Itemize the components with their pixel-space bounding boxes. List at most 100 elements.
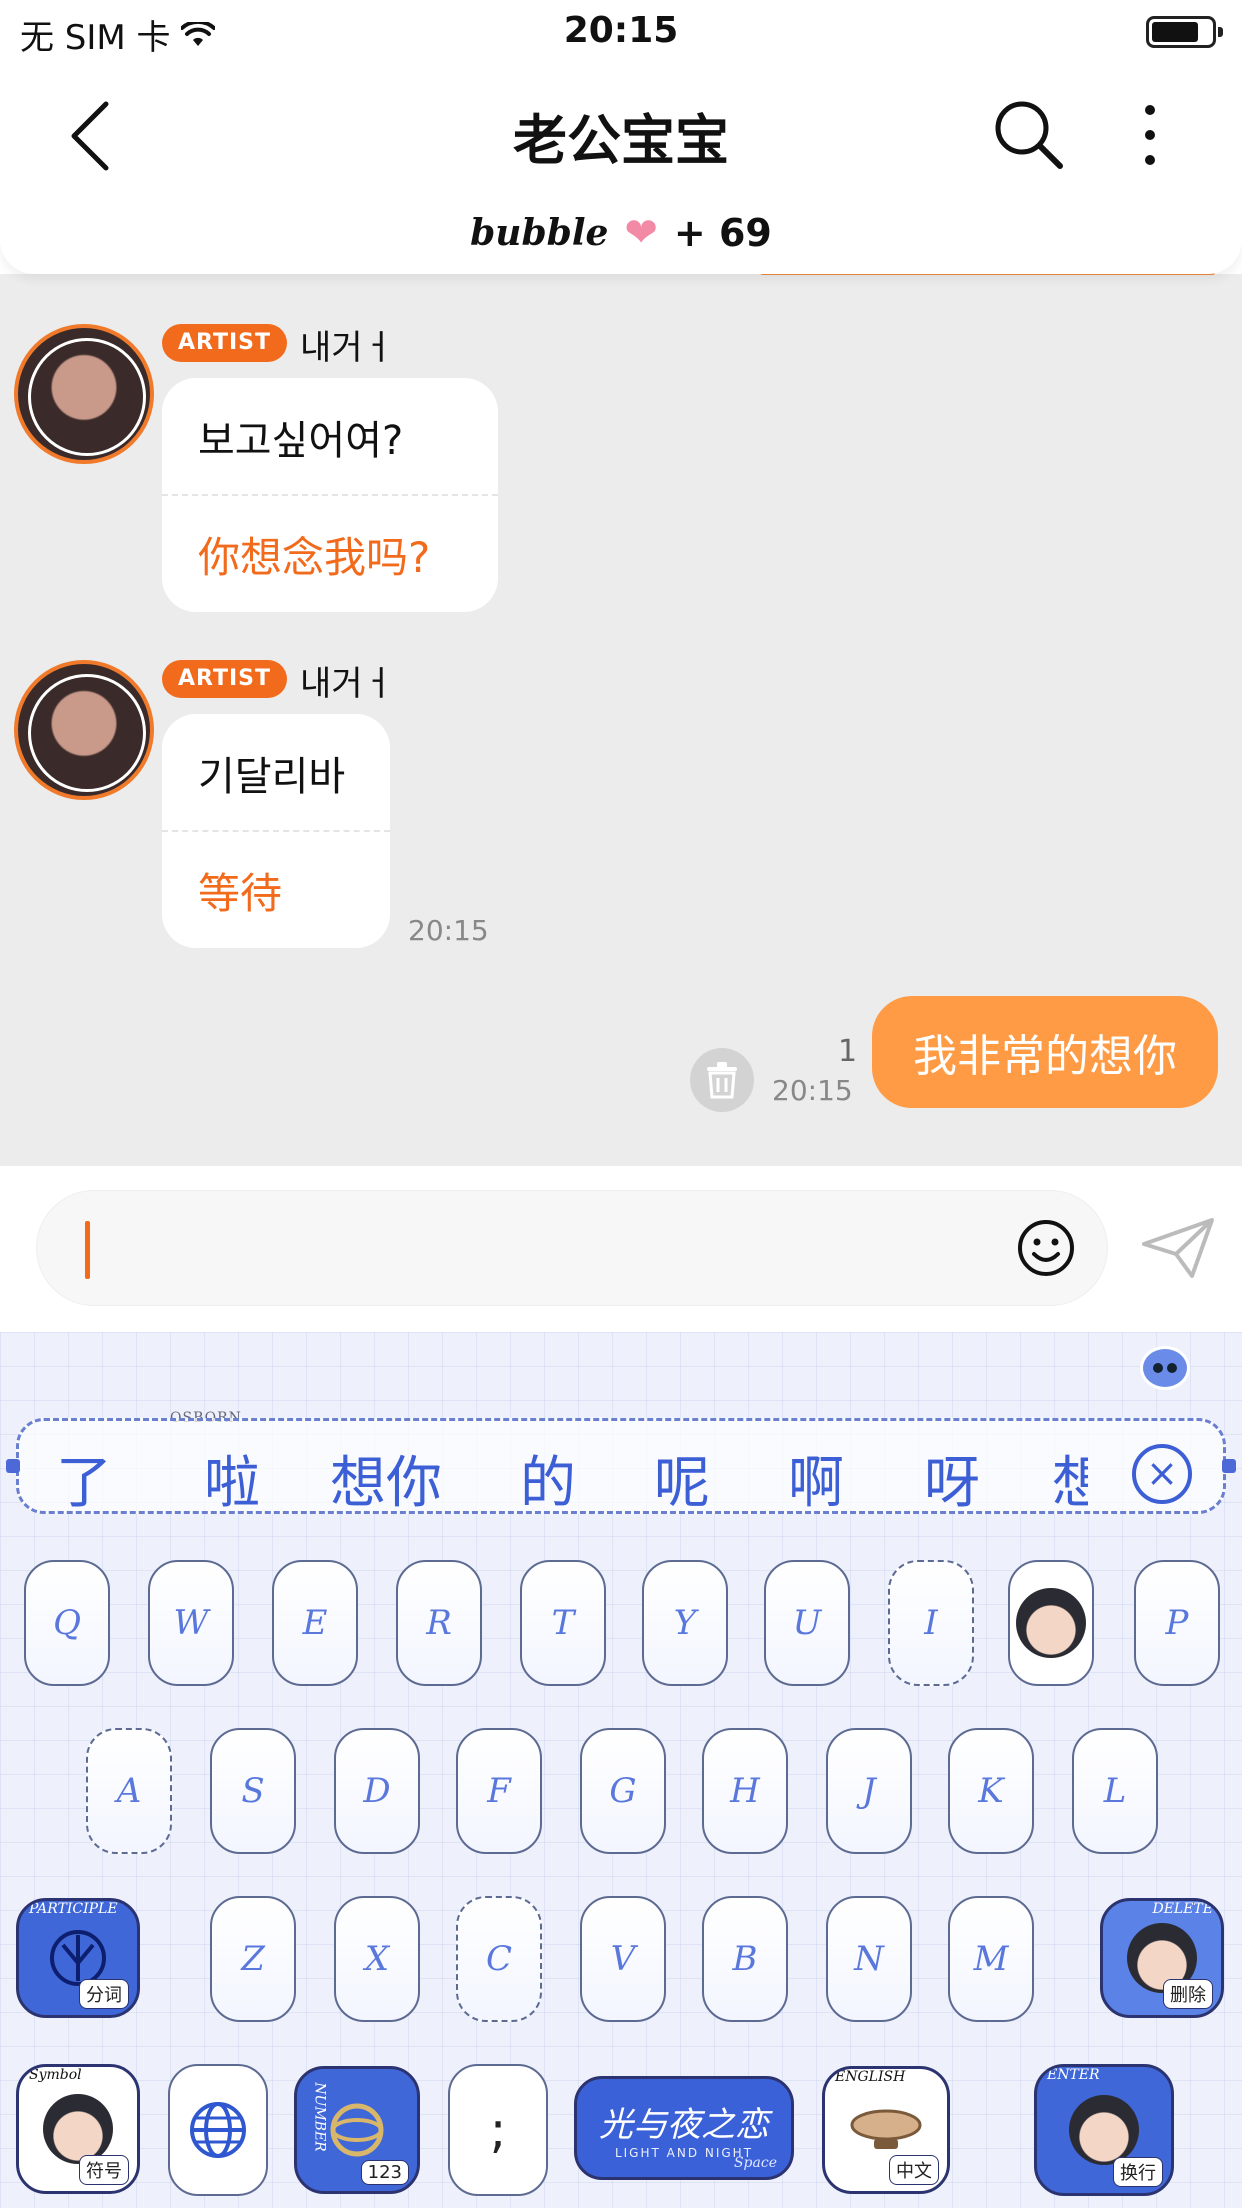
space-label: Space <box>733 2155 777 2171</box>
sender-name: 내거ㅓ <box>300 664 394 704</box>
participle-tag: PARTICIPLE <box>29 1901 118 1917</box>
key-u[interactable]: U <box>764 1560 850 1686</box>
enter-tag: ENTER <box>1047 2067 1100 2083</box>
delete-label: 删除 <box>1163 1979 1213 2009</box>
symbol-key[interactable]: Symbol 符号 <box>16 2064 140 2194</box>
delete-message-button[interactable] <box>690 1048 754 1112</box>
key-h[interactable]: H <box>702 1728 788 1854</box>
clock: 20:15 <box>563 10 679 51</box>
key-t[interactable]: T <box>520 1560 606 1686</box>
message-time: 20:15 <box>408 914 489 947</box>
message-korean: 기달리바 <box>198 754 346 800</box>
key-x[interactable]: X <box>334 1896 420 2022</box>
my-message-bubble[interactable]: 我非常的想你 <box>872 996 1218 1108</box>
key-s[interactable]: S <box>210 1728 296 1854</box>
key-e[interactable]: E <box>272 1560 358 1686</box>
symbol-label: 符号 <box>79 2155 129 2185</box>
english-tag: ENGLISH <box>835 2069 906 2085</box>
chibi-character-icon <box>1016 1588 1086 1658</box>
key-v[interactable]: V <box>580 1896 666 2022</box>
participle-key[interactable]: PARTICIPLE 分词 <box>16 1898 140 2018</box>
candidate-word[interactable]: 想你 <box>330 1438 442 1519</box>
candidate-word[interactable]: 想 <box>1052 1438 1088 1519</box>
chibi-character-icon <box>43 2094 113 2164</box>
key-c[interactable]: C <box>456 1896 542 2022</box>
key-f[interactable]: F <box>456 1728 542 1854</box>
key-k[interactable]: K <box>948 1728 1034 1854</box>
avatar[interactable] <box>14 324 154 464</box>
message-input[interactable] <box>36 1190 1108 1306</box>
chat-header: 老公宝宝 bubble ❤ + 69 <box>0 62 1242 274</box>
heart-icon: ❤ <box>624 210 658 256</box>
delete-key[interactable]: DELETE 删除 <box>1100 1898 1224 2018</box>
key-o-chibi[interactable] <box>1008 1560 1094 1686</box>
number-label: 123 <box>360 2160 409 2185</box>
text-caret <box>85 1221 90 1279</box>
key-j[interactable]: J <box>826 1728 912 1854</box>
message-card[interactable]: 보고싶어여? 你想念我吗? <box>162 378 498 612</box>
bubble-status[interactable]: bubble ❤ + 69 <box>0 210 1242 256</box>
keyboard-mascot-icon[interactable] <box>1140 1346 1190 1390</box>
battery-icon <box>1146 16 1223 48</box>
english-label: 中文 <box>889 2155 939 2185</box>
number-tag: NUMBER <box>311 2082 328 2152</box>
key-i[interactable]: I <box>888 1560 974 1686</box>
message-divider <box>162 830 390 832</box>
message-korean: 보고싶어여? <box>198 418 404 464</box>
key-y[interactable]: Y <box>642 1560 728 1686</box>
bubble-brand: bubble <box>470 212 609 254</box>
status-bar: 无 SIM 卡 20:15 <box>0 0 1242 62</box>
english-key[interactable]: ENGLISH 中文 <box>822 2066 950 2194</box>
key-w[interactable]: W <box>148 1560 234 1686</box>
message-time: 20:15 <box>772 1074 853 1107</box>
semicolon-key[interactable]: ; <box>448 2064 548 2196</box>
candidate-word[interactable]: 了 <box>56 1438 112 1519</box>
unread-count: 1 <box>838 1034 858 1069</box>
emoji-icon[interactable] <box>1016 1218 1076 1278</box>
message-translation: 你想念我吗? <box>198 533 431 582</box>
participle-label: 分词 <box>79 1979 129 2009</box>
candidate-bar <box>6 1418 1236 1514</box>
candidate-word[interactable]: 呀 <box>924 1438 980 1519</box>
key-l[interactable]: L <box>1072 1728 1158 1854</box>
key-q[interactable]: Q <box>24 1560 110 1686</box>
sender-name: 내거ㅓ <box>300 328 394 368</box>
delete-tag: DELETE <box>1152 1901 1213 1917</box>
artist-badge: ARTIST <box>162 324 288 362</box>
symbol-tag: Symbol <box>29 2067 82 2083</box>
airship-icon <box>850 2109 922 2149</box>
space-title: 光与夜之恋 <box>599 2104 769 2145</box>
key-b[interactable]: B <box>702 1896 788 2022</box>
key-n[interactable]: N <box>826 1896 912 2022</box>
candidate-word[interactable]: 啊 <box>788 1438 844 1519</box>
space-key[interactable]: 光与夜之恋 LIGHT AND NIGHT Space <box>574 2076 794 2180</box>
globe-icon <box>190 2102 246 2158</box>
key-m[interactable]: M <box>948 1896 1034 2022</box>
key-a[interactable]: A <box>86 1728 172 1854</box>
key-p[interactable]: P <box>1134 1560 1220 1686</box>
message-divider <box>162 494 498 496</box>
chat-area[interactable]: ARTIST 내거ㅓ 보고싶어여? 你想念我吗? ARTIST 내거ㅓ 기달리바… <box>0 274 1242 1166</box>
key-d[interactable]: D <box>334 1728 420 1854</box>
number-key[interactable]: NUMBER 123 <box>294 2066 420 2194</box>
artist-badge: ARTIST <box>162 660 288 698</box>
candidate-word[interactable]: 的 <box>520 1438 576 1519</box>
more-options-icon[interactable] <box>1130 100 1170 170</box>
enter-key[interactable]: ENTER 换行 <box>1034 2064 1174 2196</box>
armillary-icon <box>330 2103 384 2157</box>
candidate-word[interactable]: 啦 <box>204 1438 260 1519</box>
send-icon[interactable] <box>1140 1216 1216 1280</box>
avatar[interactable] <box>14 660 154 800</box>
space-subtitle: LIGHT AND NIGHT <box>614 2145 754 2160</box>
close-candidates-icon[interactable]: × <box>1132 1444 1192 1504</box>
key-g[interactable]: G <box>580 1728 666 1854</box>
globe-key[interactable] <box>168 2064 268 2196</box>
key-z[interactable]: Z <box>210 1896 296 2022</box>
chibi-character-icon <box>1069 2095 1139 2165</box>
bubble-count: + 69 <box>673 211 772 255</box>
candidate-word[interactable]: 呢 <box>654 1438 710 1519</box>
trash-icon <box>707 1062 737 1099</box>
search-icon[interactable] <box>990 96 1066 172</box>
message-card[interactable]: 기달리바 等待 <box>162 714 390 948</box>
key-r[interactable]: R <box>396 1560 482 1686</box>
